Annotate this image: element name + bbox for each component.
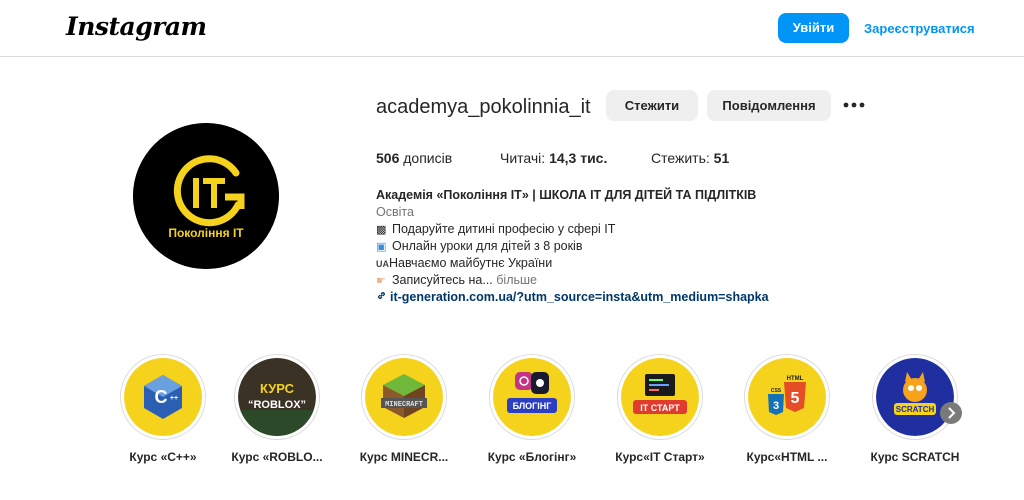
followers-label: Читачі: [500, 150, 546, 166]
bio-name: Академія «Покоління ІТ» | ШКОЛА ІТ ДЛЯ Д… [376, 188, 757, 202]
highlight-cover: SCRATCH [876, 358, 954, 436]
bio-line-2-text: Онлайн уроки для дітей з 8 років [392, 239, 583, 253]
highlight-label: Курс «Блогінг» [487, 450, 577, 464]
bio-line-3: UAНавчаємо майбутнє України [376, 255, 846, 272]
cpp-logo-icon: C ++ [124, 358, 202, 436]
highlight-label: Курс SCRATCH [870, 450, 960, 464]
teacher-emoji-icon: ▩ [376, 224, 387, 236]
instagram-logo[interactable]: Instagram [66, 12, 207, 41]
profile-bio: Академія «Покоління ІТ» | ШКОЛА ІТ ДЛЯ Д… [376, 187, 846, 306]
highlight-cover: MINECRAFT [365, 358, 443, 436]
chevron-right-icon [948, 407, 956, 419]
bio-line-1-text: Подаруйте дитині професію у сфері ІТ [392, 222, 616, 236]
ua-flag-icon: UA [376, 259, 389, 269]
svg-text:C: C [155, 387, 168, 407]
highlight-ring: C ++ [120, 354, 206, 440]
profile-username: academya_pokolinnia_it [376, 96, 591, 118]
follow-button[interactable]: Стежити [606, 90, 698, 121]
highlight-ring: MINECRAFT [361, 354, 447, 440]
highlight-roblox[interactable]: КУРС “ROBLOX” Курс «ROBLO... [227, 354, 327, 464]
highlight-ring: БЛОГІНГ [489, 354, 575, 440]
bio-link-row: it-generation.com.ua/?utm_source=insta&u… [376, 289, 846, 306]
svg-text:MINECRAFT: MINECRAFT [385, 401, 423, 409]
it-start-cover-icon: IT СТАРТ [621, 358, 699, 436]
blogging-cover-icon: БЛОГІНГ [493, 358, 571, 436]
bio-line-4: ☛ Записуйтесь на... більше [376, 272, 846, 289]
highlight-ring: SCRATCH [872, 354, 958, 440]
highlight-label: Курс«HTML ... [746, 450, 828, 464]
highlight-cover: IT СТАРТ [621, 358, 699, 436]
highlight-minecraft[interactable]: MINECRAFT Курс MINECR... [354, 354, 454, 464]
highlight-cover: C ++ [124, 358, 202, 436]
posts-count: 506 дописів [376, 150, 452, 166]
following-value: 51 [713, 150, 730, 166]
highlight-cover: БЛОГІНГ [493, 358, 571, 436]
following-count[interactable]: Стежить: 51 [651, 150, 729, 166]
minecraft-cover-icon: MINECRAFT [365, 358, 443, 436]
bio-website-link[interactable]: it-generation.com.ua/?utm_source=insta&u… [390, 290, 769, 304]
highlight-label: Курс «ROBLO... [231, 450, 323, 464]
highlights-next-button[interactable] [940, 402, 962, 424]
highlight-cover: HTML 5 CSS 3 [748, 358, 826, 436]
highlight-label: Курс «С++» [129, 450, 197, 464]
svg-text:3: 3 [773, 400, 779, 412]
highlight-cover: КУРС “ROBLOX” [238, 358, 316, 436]
highlight-html[interactable]: HTML 5 CSS 3 Курс«HTML ... [737, 354, 837, 464]
signup-link[interactable]: Зареєструватися [864, 21, 975, 36]
bio-line-2: ▣ Онлайн уроки для дітей з 8 років [376, 238, 846, 255]
svg-text:SCRATCH: SCRATCH [896, 405, 935, 414]
svg-text:КУРС: КУРС [260, 381, 295, 396]
following-label: Стежить: [651, 150, 710, 166]
pointing-hand-emoji-icon: ☛ [376, 275, 386, 287]
profile-avatar[interactable]: Покоління ІТ [133, 123, 279, 269]
svg-text:++: ++ [170, 395, 178, 402]
highlight-it-start[interactable]: IT СТАРТ Курс«IT Старт» [610, 354, 710, 464]
followers-value: 14,3 тис. [549, 150, 608, 166]
svg-text:HTML: HTML [787, 376, 804, 382]
highlight-blogging[interactable]: БЛОГІНГ Курс «Блогінг» [482, 354, 582, 464]
highlight-label: Курс MINECR... [359, 450, 449, 464]
highlight-label: Курс«IT Старт» [615, 450, 705, 464]
more-horizontal-icon [843, 102, 865, 108]
highlight-ring: HTML 5 CSS 3 [744, 354, 830, 440]
svg-text:CSS: CSS [771, 388, 782, 394]
html-css-cover-icon: HTML 5 CSS 3 [748, 358, 826, 436]
message-button[interactable]: Повідомлення [707, 90, 831, 121]
bio-line-3-text: Навчаємо майбутнє України [389, 256, 553, 270]
more-options-button[interactable] [840, 96, 868, 114]
avatar-caption: Покоління ІТ [168, 226, 244, 240]
highlight-ring: IT СТАРТ [617, 354, 703, 440]
svg-text:БЛОГІНГ: БЛОГІНГ [513, 401, 552, 411]
link-icon [376, 289, 390, 306]
followers-count[interactable]: Читачі: 14,3 тис. [500, 150, 607, 166]
story-highlights: C ++ Курс «С++» КУРС “ROBLOX” Курс «ROBL… [0, 354, 1024, 474]
login-button[interactable]: Увійти [778, 13, 849, 43]
avatar-logo-icon [133, 123, 279, 269]
posts-label: дописів [403, 150, 453, 166]
bio-more-link[interactable]: більше [496, 273, 537, 287]
scratch-cover-icon: SCRATCH [876, 358, 954, 436]
bio-line-1: ▩ Подаруйте дитині професію у сфері ІТ [376, 221, 846, 238]
svg-text:“ROBLOX”: “ROBLOX” [248, 399, 306, 411]
highlight-cpp[interactable]: C ++ Курс «С++» [113, 354, 213, 464]
posts-value: 506 [376, 150, 400, 166]
bio-category: Освіта [376, 205, 414, 219]
bio-line-4-text: Записуйтесь на... [392, 273, 493, 287]
roblox-cover-icon: КУРС “ROBLOX” [238, 358, 316, 436]
svg-text:IT СТАРТ: IT СТАРТ [640, 403, 680, 413]
svg-text:5: 5 [791, 390, 800, 407]
laptop-emoji-icon: ▣ [376, 241, 387, 253]
top-bar: Instagram Увійти Зареєструватися [0, 0, 1024, 57]
highlight-ring: КУРС “ROBLOX” [234, 354, 320, 440]
